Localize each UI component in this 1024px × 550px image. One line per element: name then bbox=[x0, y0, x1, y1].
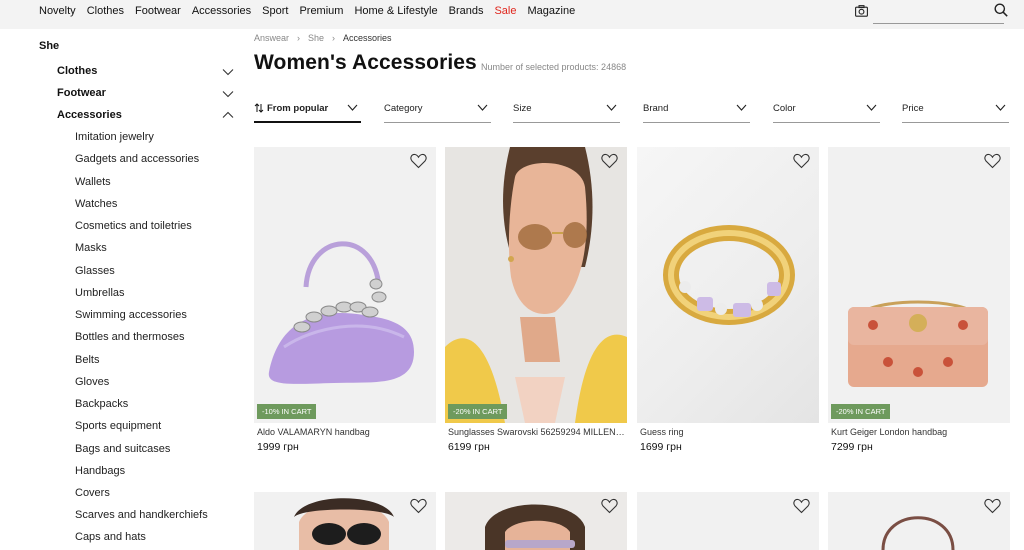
nav-home-lifestyle[interactable]: Home & Lifestyle bbox=[354, 5, 437, 17]
sidebar-subitem[interactable]: Glasses bbox=[75, 265, 115, 277]
main-menu: Novelty Clothes Footwear Accessories Spo… bbox=[39, 5, 586, 17]
sort-dropdown[interactable]: From popular bbox=[254, 96, 361, 123]
sidebar-item-footwear[interactable]: Footwear bbox=[57, 87, 106, 99]
sidebar-subitem[interactable]: Imitation jewelry bbox=[75, 131, 154, 143]
nav-sport[interactable]: Sport bbox=[262, 5, 288, 17]
discount-badge: -20% IN CART bbox=[448, 404, 508, 419]
sidebar-subitem[interactable]: Covers bbox=[75, 487, 110, 499]
chevron-right-icon: › bbox=[297, 33, 301, 43]
filter-category[interactable]: Category bbox=[384, 96, 491, 123]
chevron-down-icon bbox=[995, 104, 1006, 111]
filter-label: Price bbox=[902, 103, 924, 114]
filter-label: Brand bbox=[643, 103, 669, 114]
chevron-down-icon bbox=[606, 104, 617, 111]
sort-value: From popular bbox=[267, 103, 329, 114]
search-icon[interactable] bbox=[994, 3, 1008, 17]
sort-label: From popular bbox=[254, 103, 328, 114]
product-name[interactable]: Aldo VALAMARYN handbag bbox=[257, 427, 435, 437]
filter-label: Color bbox=[773, 103, 796, 114]
chevron-up-icon[interactable] bbox=[222, 111, 234, 119]
nav-clothes[interactable]: Clothes bbox=[87, 5, 124, 17]
sidebar-subitem[interactable]: Watches bbox=[75, 198, 117, 210]
product-image-ring[interactable] bbox=[637, 147, 819, 423]
product-image[interactable] bbox=[828, 492, 1010, 550]
sidebar-subitem[interactable]: Bags and suitcases bbox=[75, 443, 170, 455]
heart-icon[interactable] bbox=[984, 153, 1001, 169]
product-count: Number of selected products: 24868 bbox=[481, 62, 627, 72]
heart-icon[interactable] bbox=[984, 498, 1001, 514]
filter-color[interactable]: Color bbox=[773, 96, 880, 123]
product-price: 1999 грн bbox=[257, 441, 299, 453]
heart-icon[interactable] bbox=[410, 153, 427, 169]
product-name[interactable]: Sunglasses Swarovski 56259294 MILLENIA w… bbox=[448, 427, 626, 437]
nav-sale[interactable]: Sale bbox=[494, 5, 516, 17]
camera-icon[interactable] bbox=[855, 5, 868, 17]
sidebar-subitem[interactable]: Swimming accessories bbox=[75, 309, 187, 321]
sort-icon bbox=[254, 103, 264, 113]
heart-icon[interactable] bbox=[793, 498, 810, 514]
heart-icon[interactable] bbox=[410, 498, 427, 514]
nav-accessories[interactable]: Accessories bbox=[192, 5, 251, 17]
product-name[interactable]: Kurt Geiger London handbag bbox=[831, 427, 1009, 437]
sidebar-item-clothes[interactable]: Clothes bbox=[57, 65, 97, 77]
product-price: 7299 грн bbox=[831, 441, 873, 453]
product-image-sunglasses[interactable]: -20% IN CART bbox=[445, 147, 627, 423]
chevron-down-icon bbox=[736, 104, 747, 111]
product-image-handbag[interactable]: -10% IN CART bbox=[254, 147, 436, 423]
heart-icon[interactable] bbox=[793, 153, 810, 169]
chevron-down-icon[interactable] bbox=[222, 68, 234, 76]
nav-premium[interactable]: Premium bbox=[299, 5, 343, 17]
discount-badge: -10% IN CART bbox=[257, 404, 317, 419]
nav-magazine[interactable]: Magazine bbox=[528, 5, 576, 17]
product-price: 6199 грн bbox=[448, 441, 490, 453]
search-input[interactable] bbox=[873, 23, 1004, 24]
product-image-kurt-geiger-bag[interactable]: -20% IN CART bbox=[828, 147, 1010, 423]
filter-brand[interactable]: Brand bbox=[643, 96, 750, 123]
sidebar: She Clothes Footwear Accessories Imitati… bbox=[0, 29, 245, 550]
product-name[interactable]: Guess ring bbox=[640, 427, 818, 437]
sidebar-subitem[interactable]: Umbrellas bbox=[75, 287, 125, 299]
sidebar-subitem[interactable]: Wallets bbox=[75, 176, 111, 188]
nav-brands[interactable]: Brands bbox=[449, 5, 484, 17]
sidebar-subitem[interactable]: Caps and hats bbox=[75, 531, 146, 543]
filter-price[interactable]: Price bbox=[902, 96, 1009, 123]
nav-footwear[interactable]: Footwear bbox=[135, 5, 181, 17]
sidebar-subitem[interactable]: Bottles and thermoses bbox=[75, 331, 184, 343]
top-navigation: Novelty Clothes Footwear Accessories Spo… bbox=[0, 0, 1024, 29]
filter-size[interactable]: Size bbox=[513, 96, 620, 123]
chevron-down-icon bbox=[477, 104, 488, 111]
sidebar-subitem[interactable]: Gloves bbox=[75, 376, 109, 388]
filter-label: Size bbox=[513, 103, 532, 114]
chevron-down-icon[interactable] bbox=[222, 90, 234, 98]
product-image[interactable] bbox=[254, 492, 436, 550]
breadcrumb-accessories: Accessories bbox=[343, 33, 392, 43]
sidebar-item-accessories[interactable]: Accessories bbox=[57, 109, 122, 121]
filter-label: Category bbox=[384, 103, 423, 114]
sidebar-root-she[interactable]: She bbox=[39, 40, 59, 52]
product-price: 1699 грн bbox=[640, 441, 682, 453]
sidebar-subitem[interactable]: Cosmetics and toiletries bbox=[75, 220, 192, 232]
product-image[interactable] bbox=[445, 492, 627, 550]
breadcrumb-answear[interactable]: Answear bbox=[254, 33, 289, 43]
sidebar-subitem[interactable]: Belts bbox=[75, 354, 99, 366]
page-title: Women's Accessories bbox=[254, 51, 477, 74]
chevron-down-icon bbox=[347, 104, 358, 111]
breadcrumb: Answear › She › Accessories bbox=[254, 33, 392, 43]
breadcrumb-she[interactable]: She bbox=[308, 33, 324, 43]
heart-icon[interactable] bbox=[601, 498, 618, 514]
product-image[interactable] bbox=[637, 492, 819, 550]
heart-icon[interactable] bbox=[601, 153, 618, 169]
sidebar-subitem[interactable]: Scarves and handkerchiefs bbox=[75, 509, 208, 521]
nav-novelty[interactable]: Novelty bbox=[39, 5, 76, 17]
chevron-right-icon: › bbox=[332, 33, 336, 43]
sidebar-subitem[interactable]: Masks bbox=[75, 242, 107, 254]
sidebar-subitem[interactable]: Backpacks bbox=[75, 398, 128, 410]
sidebar-subitem[interactable]: Sports equipment bbox=[75, 420, 161, 432]
sidebar-subitem[interactable]: Gadgets and accessories bbox=[75, 153, 199, 165]
chevron-down-icon bbox=[866, 104, 877, 111]
sidebar-subitem[interactable]: Handbags bbox=[75, 465, 125, 477]
discount-badge: -20% IN CART bbox=[831, 404, 891, 419]
